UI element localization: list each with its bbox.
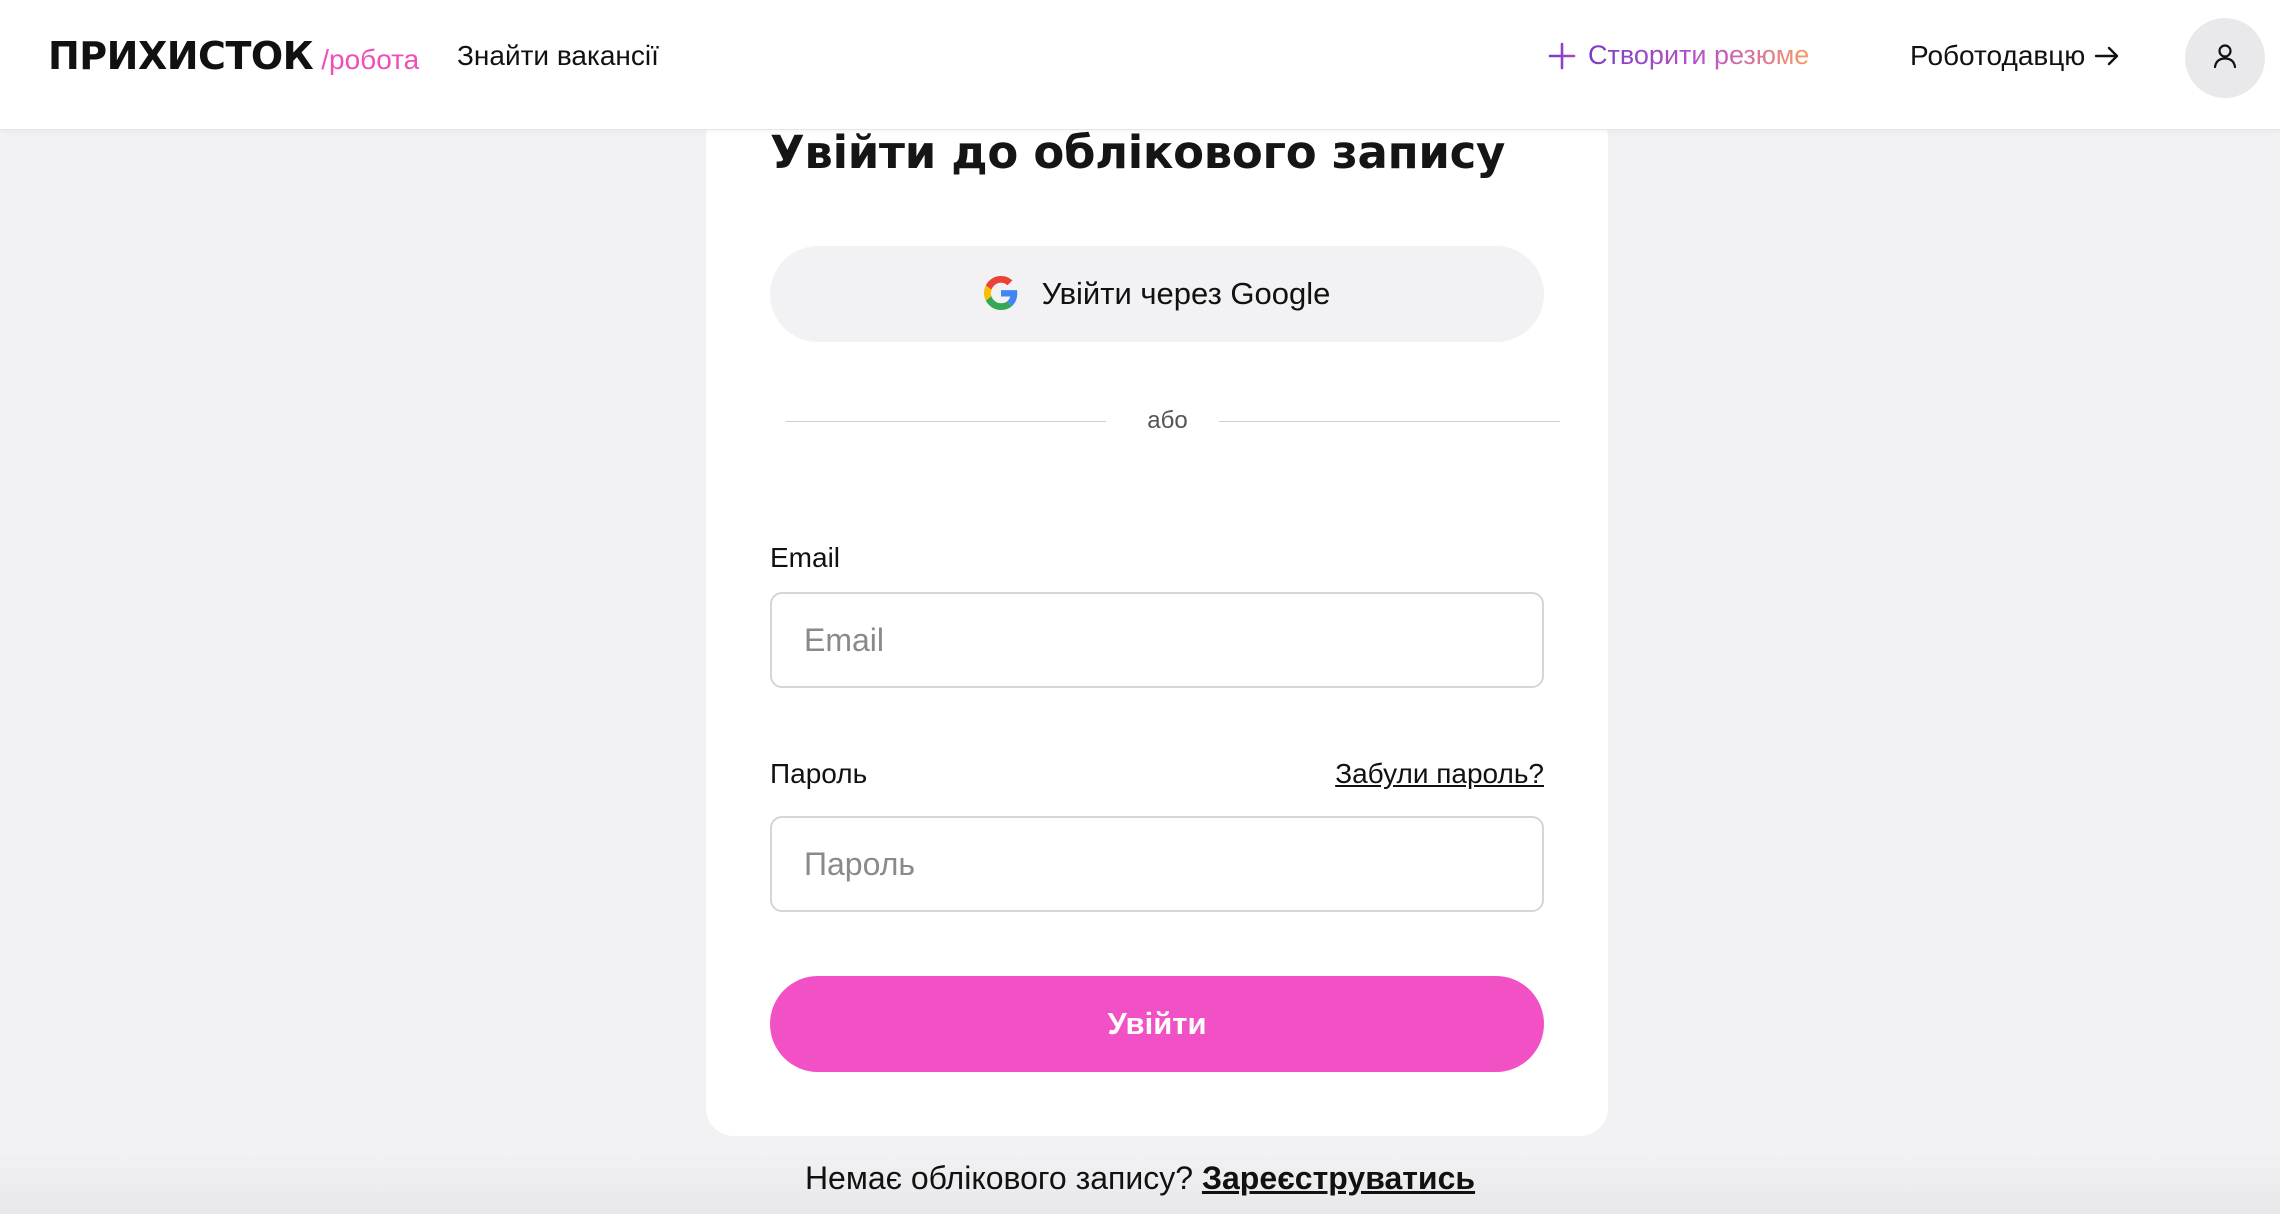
site-logo[interactable]: ПРИХИСТОК /робота: [48, 34, 419, 78]
divider-line: [1219, 421, 1560, 422]
create-resume-button[interactable]: Створити резюме: [1548, 40, 1809, 71]
top-header: ПРИХИСТОК /робота Знайти вакансії Створи…: [0, 0, 2280, 130]
or-divider: або: [786, 406, 1560, 436]
logo-subtitle: /робота: [321, 44, 420, 75]
no-account-text: Немає облікового запису?: [804, 1160, 1194, 1196]
divider-line: [786, 421, 1106, 422]
forgot-password-link[interactable]: Забули пароль?: [1335, 758, 1544, 790]
email-label: Email: [770, 542, 841, 573]
arrow-right-icon: [2093, 42, 2121, 70]
register-link[interactable]: Зареєструватись: [1202, 1160, 1475, 1196]
login-card: Увійти до облікового запису Увійти через…: [706, 110, 1608, 1136]
create-resume-label: Створити резюме: [1588, 40, 1810, 70]
find-jobs-link[interactable]: Знайти вакансії: [457, 40, 659, 72]
logo-wordmark: ПРИХИСТОК: [48, 34, 314, 78]
google-icon: [983, 275, 1042, 313]
profile-button[interactable]: [2185, 18, 2265, 98]
login-submit-button[interactable]: Увійти: [770, 976, 1544, 1072]
employer-link[interactable]: Роботодавцю: [1910, 40, 2121, 72]
register-prompt: Немає облікового запису? Зареєструватись: [0, 1160, 2280, 1197]
email-field[interactable]: [770, 592, 1544, 688]
plus-icon: [1548, 42, 1576, 70]
user-icon: [2210, 41, 2240, 76]
password-label: Пароль: [770, 758, 868, 789]
password-field[interactable]: [770, 816, 1544, 912]
google-login-button[interactable]: Увійти через Google: [770, 246, 1544, 342]
divider-text: або: [1147, 407, 1188, 434]
page-title: Увійти до облікового запису: [770, 126, 1506, 179]
google-login-label: Увійти через Google: [1041, 276, 1331, 311]
employer-label: Роботодавцю: [1910, 40, 2086, 71]
